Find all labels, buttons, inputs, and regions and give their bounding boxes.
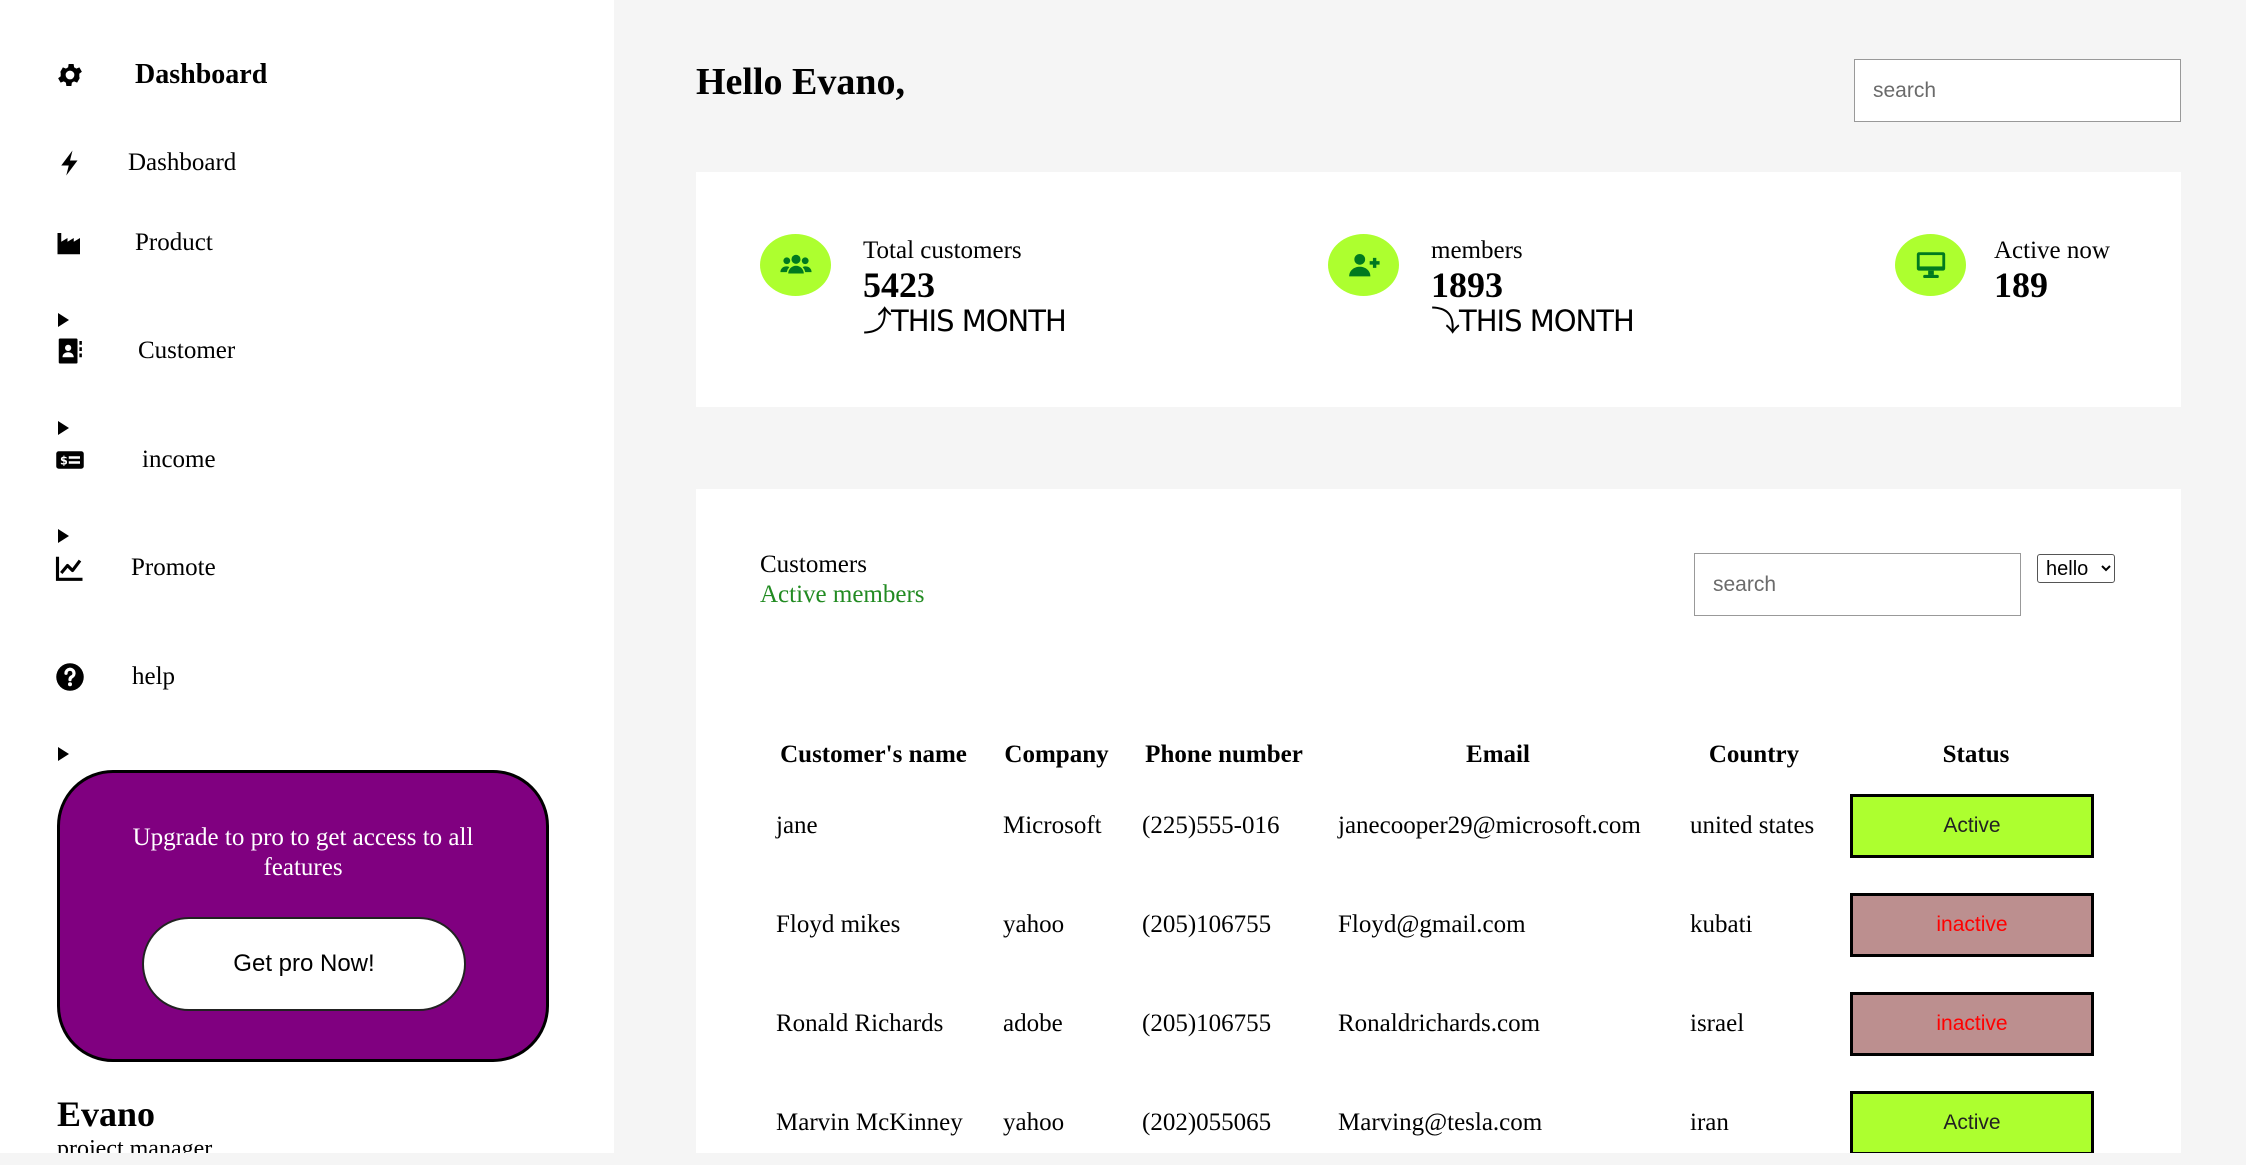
customers-title: Customers — [760, 551, 867, 578]
table-row: Ronald Richards adobe (205)106755 Ronald… — [760, 974, 2118, 1073]
sidebar-item-label: Customer — [138, 337, 236, 364]
customers-table: Customer's name Company Phone number Ema… — [760, 734, 2118, 1165]
stat-total-customers: Total customers 5423 ⤴THIS MONTH — [760, 234, 1067, 338]
column-header: Status — [1942, 741, 2010, 768]
customers-card: Customers Active members hello Customer'… — [696, 489, 2181, 1155]
stat-trend: ⤵THIS MONTH — [1431, 304, 1635, 338]
caret-right-icon[interactable] — [58, 747, 69, 761]
status-badge[interactable]: inactive — [1850, 991, 2094, 1056]
header-search-input[interactable] — [1854, 59, 2181, 122]
cell-company: adobe — [1003, 1009, 1063, 1037]
sidebar-item-promote[interactable]: Promote — [55, 553, 216, 583]
customers-subtitle: Active members — [760, 581, 925, 608]
stats-card: Total customers 5423 ⤴THIS MONTH members… — [696, 172, 2181, 407]
stat-value: 5423 — [863, 265, 935, 305]
svg-text:$: $ — [60, 454, 68, 467]
contact-book-icon — [55, 336, 85, 366]
gear-icon — [55, 60, 85, 90]
cell-name: Ronald Richards — [776, 1009, 944, 1037]
cell-country: israel — [1690, 1009, 1745, 1037]
caret-right-icon[interactable] — [58, 313, 69, 327]
stat-value: 189 — [1994, 265, 2048, 305]
cell-phone: (205)106755 — [1142, 1009, 1272, 1037]
sidebar-item-label: help — [132, 663, 176, 690]
stat-value: 1893 — [1431, 265, 1503, 305]
cell-status: inactive — [1834, 974, 2118, 1073]
cell-email: janecooper29@microsoft.com — [1338, 811, 1641, 839]
cell-status: Active — [1834, 776, 2118, 875]
bolt-icon — [55, 148, 85, 178]
sidebar-item-customer[interactable]: Customer — [55, 336, 235, 366]
caret-right-icon[interactable] — [58, 421, 69, 435]
industry-icon — [55, 228, 85, 258]
stat-trend: ⤴THIS MONTH — [863, 304, 1067, 338]
table-row: Floyd mikes yahoo (205)106755 Floyd@gmai… — [760, 875, 2118, 974]
cell-phone: (225)555-016 — [1142, 811, 1280, 839]
table-row: Marvin McKinney yahoo (202)055065 Marvin… — [760, 1073, 2118, 1165]
upgrade-promo-card: Upgrade to pro to get access to all feat… — [57, 770, 549, 1062]
page-greeting: Hello Evano, — [696, 61, 906, 103]
cell-name: jane — [776, 811, 818, 839]
user-name: Evano — [57, 1094, 156, 1134]
sidebar-brand[interactable]: Dashboard — [55, 59, 267, 91]
sidebar-brand-label: Dashboard — [135, 59, 268, 90]
sidebar-item-help[interactable]: help — [55, 662, 175, 692]
cell-email: Marving@tesla.com — [1338, 1108, 1543, 1136]
table-row: jane Microsoft (225)555-016 janecooper29… — [760, 776, 2118, 875]
money-check-icon: $ — [55, 445, 85, 475]
cell-company: yahoo — [1003, 1108, 1065, 1136]
sidebar-item-label: income — [142, 446, 216, 473]
get-pro-button[interactable]: Get pro Now! — [142, 917, 466, 1011]
users-icon — [760, 234, 831, 296]
column-header: Customer's name — [780, 741, 967, 768]
status-badge[interactable]: inactive — [1850, 892, 2094, 957]
user-plus-icon — [1328, 234, 1399, 296]
cell-status: inactive — [1834, 875, 2118, 974]
sidebar-item-income[interactable]: $ income — [55, 445, 216, 475]
cell-country: kubati — [1690, 910, 1753, 938]
stat-label: members — [1431, 237, 1523, 264]
column-header: Country — [1708, 741, 1800, 768]
line-chart-icon — [55, 553, 85, 583]
sidebar-item-label: Promote — [131, 554, 216, 581]
cell-phone: (205)106755 — [1142, 910, 1272, 938]
sidebar: Dashboard Dashboard Product Customer $ i… — [0, 0, 614, 1162]
question-circle-icon — [55, 662, 85, 692]
monitor-icon — [1895, 234, 1966, 296]
stat-members: members 1893 ⤵THIS MONTH — [1328, 234, 1635, 338]
stat-active-now: Active now 189 — [1895, 234, 2110, 304]
cell-phone: (202)055065 — [1142, 1108, 1272, 1136]
sidebar-item-product[interactable]: Product — [55, 228, 213, 258]
cell-name: Marvin McKinney — [776, 1108, 963, 1136]
cell-status: Active — [1834, 1073, 2118, 1165]
customers-search-input[interactable] — [1694, 553, 2021, 616]
cell-country: iran — [1690, 1108, 1729, 1136]
column-header: Company — [1004, 741, 1109, 768]
column-header: Phone number — [1145, 741, 1303, 768]
main-content: Hello Evano, Total customers 5423 ⤴THIS … — [614, 0, 2246, 1155]
cell-email: Floyd@gmail.com — [1338, 910, 1526, 938]
sidebar-item-label: Dashboard — [128, 149, 237, 176]
stat-label: Active now — [1994, 237, 2110, 264]
cell-name: Floyd mikes — [776, 910, 901, 938]
cell-country: united states — [1690, 811, 1815, 839]
sidebar-item-label: Product — [135, 229, 213, 256]
column-header: Email — [1466, 741, 1530, 768]
status-badge[interactable]: Active — [1850, 793, 2094, 858]
table-header-row: Customer's name Company Phone number Ema… — [760, 734, 2118, 776]
cell-email: Ronaldrichards.com — [1338, 1009, 1541, 1037]
promo-text: Upgrade to pro to get access to all feat… — [132, 824, 474, 881]
cell-company: Microsoft — [1003, 811, 1102, 839]
sidebar-item-dashboard[interactable]: Dashboard — [55, 148, 236, 178]
stat-label: Total customers — [863, 237, 1022, 264]
status-badge[interactable]: Active — [1850, 1090, 2094, 1155]
cell-company: yahoo — [1003, 910, 1065, 938]
caret-right-icon[interactable] — [58, 529, 69, 543]
customers-filter-select[interactable]: hello — [2037, 554, 2115, 583]
page-bottom-strip — [0, 1153, 2246, 1165]
